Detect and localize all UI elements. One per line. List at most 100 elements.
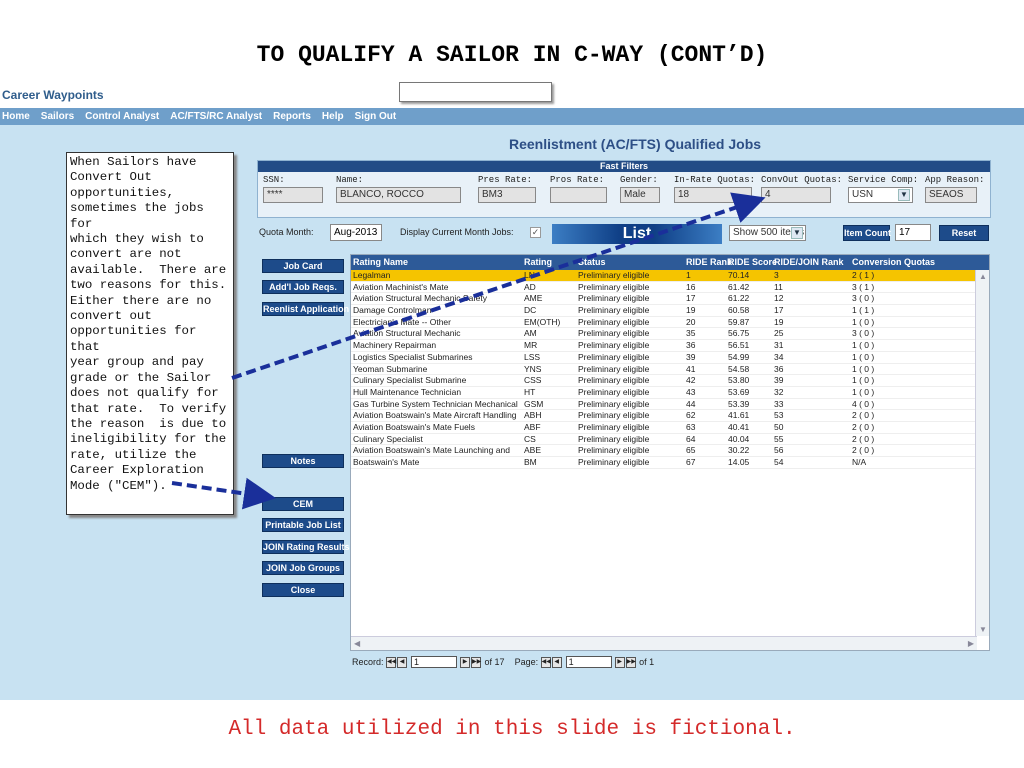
last-record-icon[interactable]: ▶▶ <box>471 656 481 668</box>
cell-ride-join-rank: 31 <box>774 340 784 351</box>
service-comp-select[interactable]: USN ▼ <box>848 187 913 203</box>
table-row[interactable]: Yeoman Submarine YNS Preliminary eligible 4… <box>351 364 989 376</box>
display-current-month-checkbox[interactable]: ✓ <box>530 227 541 238</box>
notes-button[interactable]: Notes <box>262 454 344 468</box>
addl-job-reqs-button[interactable]: Add'l Job Reqs. <box>262 280 344 294</box>
col-ride-rank[interactable]: RIDE Rank <box>684 255 732 270</box>
name-field[interactable]: BLANCO, ROCCO <box>336 187 461 203</box>
last-page-icon[interactable]: ▶▶ <box>625 656 636 668</box>
job-card-button[interactable]: Job Card <box>262 259 344 273</box>
nav-home[interactable]: Home <box>2 111 30 122</box>
cell-status: Preliminary eligible <box>578 351 650 362</box>
quota-month-label: Quota Month: <box>259 227 314 237</box>
cell-status: Preliminary eligible <box>578 363 650 374</box>
table-row[interactable]: Electrician's Mate -- Other EM(OTH) Prelim… <box>351 317 989 329</box>
table-row[interactable]: Hull Maintenance Technician HT Preliminary… <box>351 387 989 399</box>
cell-rating: AME <box>524 293 543 304</box>
cell-ride-join-rank: 33 <box>774 398 784 409</box>
cell-rating: HT <box>524 386 536 397</box>
first-page-icon[interactable]: ◀◀ <box>540 656 551 668</box>
inrate-quotas-label: In-Rate Quotas: <box>674 175 756 185</box>
vertical-scrollbar[interactable]: ▲ ▼ <box>975 270 989 636</box>
record-of-label: of 17 <box>484 657 505 667</box>
cell-ride-join-rank: 25 <box>774 328 784 339</box>
show-items-select[interactable]: Show 500 items ▼ <box>729 225 806 241</box>
join-rating-results-button[interactable]: JOIN Rating Results <box>262 540 350 554</box>
ssn-field[interactable]: **** <box>263 187 323 203</box>
col-rating-name[interactable]: Rating Name <box>351 255 522 270</box>
table-row[interactable]: Aviation Boatswain's Mate Aircraft Handl… <box>351 410 989 422</box>
next-page-icon[interactable]: ▶ <box>614 656 625 668</box>
close-button[interactable]: Close <box>262 583 344 597</box>
table-row[interactable]: Aviation Structural Mechanic Safety AME Pr… <box>351 293 989 306</box>
col-ride-join-rank[interactable]: RIDE/JOIN Rank <box>772 255 850 270</box>
chevron-down-icon: ▼ <box>791 227 803 239</box>
convout-quotas-field[interactable]: 4 <box>761 187 831 203</box>
slide-title: TO QUALIFY A SAILOR IN C-WAY (CONT’D) <box>256 42 768 68</box>
prev-page-icon[interactable]: ◀ <box>551 656 562 668</box>
app-reason-field[interactable]: SEAOS <box>925 187 977 203</box>
nav-control-analyst[interactable]: Control Analyst <box>85 111 159 122</box>
inrate-quotas-field[interactable]: 18 <box>674 187 752 203</box>
cem-button[interactable]: CEM <box>262 497 344 511</box>
cell-rating: BM <box>524 457 537 467</box>
col-conversion-quotas[interactable]: Conversion Quotas <box>850 255 977 270</box>
record-field[interactable]: 1 <box>411 656 458 668</box>
cell-ride-join-rank: 36 <box>774 363 784 374</box>
callout-note: When Sailors have Convert Out opportunit… <box>66 152 234 515</box>
cell-ride-join-rank: 53 <box>774 410 784 421</box>
table-row[interactable]: Culinary Specialist CS Preliminary eligibl… <box>351 434 989 446</box>
pres-rate-field[interactable]: BM3 <box>478 187 536 203</box>
scroll-up-icon[interactable]: ▲ <box>979 272 987 281</box>
nav-reports[interactable]: Reports <box>273 111 311 122</box>
printable-job-list-button[interactable]: Printable Job List <box>262 518 344 532</box>
quota-month-field[interactable]: Aug-2013 <box>330 224 382 241</box>
cell-status: Preliminary eligible <box>578 433 650 444</box>
table-row[interactable]: Gas Turbine System Technician Mechanical… <box>351 399 989 411</box>
table-row[interactable]: Damage Controlman DC Preliminary eligible 1… <box>351 305 989 317</box>
nav-help[interactable]: Help <box>322 111 344 122</box>
cell-status: Preliminary eligible <box>578 398 650 409</box>
nav-ac-fts-rc-analyst[interactable]: AC/FTS/RC Analyst <box>170 111 262 122</box>
table-row[interactable]: Aviation Boatswain's Mate Fuels ABF Prelim… <box>351 422 989 434</box>
col-ride-score[interactable]: RIDE Score <box>726 255 777 270</box>
cell-ride-rank: 41 <box>686 363 696 374</box>
col-rating[interactable]: Rating <box>522 255 576 270</box>
table-row[interactable]: Machinery Repairman MR Preliminary eligibl… <box>351 340 989 352</box>
cell-rating: DC <box>524 305 537 316</box>
table-row[interactable]: Aviation Boatswain's Mate Launching and A… <box>351 445 989 457</box>
page-field[interactable]: 1 <box>565 656 612 668</box>
col-status[interactable]: Status <box>576 255 684 270</box>
table-row[interactable]: Legalman LN Preliminary eligible 1 70.14 3 2 (… <box>351 270 989 282</box>
cell-ride-score: 56.51 <box>728 340 750 351</box>
reenlist-application-button[interactable]: Reenlist Application <box>262 302 349 316</box>
fast-filters-header: Fast Filters <box>258 161 990 172</box>
next-record-icon[interactable]: ▶ <box>460 656 471 668</box>
prev-record-icon[interactable]: ◀ <box>397 656 408 668</box>
item-count-button[interactable]: Item Count <box>843 225 891 241</box>
join-job-groups-button[interactable]: JOIN Job Groups <box>262 561 344 575</box>
cell-rating-name: Aviation Structural Mechanic <box>353 328 461 339</box>
cell-conversion-quotas: 4 ( 0 ) <box>852 398 875 409</box>
scroll-right-icon[interactable]: ▶ <box>968 639 974 648</box>
table-row[interactable]: Logistics Specialist Submarines LSS Prelim… <box>351 352 989 364</box>
record-navigation: Record: ◀◀ ◀ 1 ▶ ▶▶ of 17 Page: ◀◀ ◀ 1 ▶… <box>352 654 654 670</box>
cell-ride-rank: 39 <box>686 351 696 362</box>
cell-ride-score: 54.99 <box>728 351 750 362</box>
table-row[interactable]: Culinary Specialist Submarine CSS Prelimin… <box>351 375 989 387</box>
table-row[interactable]: Boatswain's Mate BM Preliminary eligible 67… <box>351 457 989 469</box>
nav-sailors[interactable]: Sailors <box>41 111 74 122</box>
first-record-icon[interactable]: ◀◀ <box>386 656 396 668</box>
cell-ride-rank: 17 <box>686 293 696 304</box>
scroll-down-icon[interactable]: ▼ <box>979 625 987 634</box>
pros-rate-field[interactable] <box>550 187 607 203</box>
horizontal-scrollbar[interactable]: ◀ ▶ <box>351 636 977 650</box>
table-row[interactable]: Aviation Machinist's Mate AD Preliminary e… <box>351 282 989 294</box>
table-row[interactable]: Aviation Structural Mechanic AM Preliminar… <box>351 328 989 341</box>
nav-sign-out[interactable]: Sign Out <box>355 111 397 122</box>
cell-ride-rank: 43 <box>686 386 696 397</box>
scroll-left-icon[interactable]: ◀ <box>354 639 360 648</box>
reset-button[interactable]: Reset <box>939 225 989 241</box>
gender-field[interactable]: Male <box>620 187 660 203</box>
gender-label: Gender: <box>620 175 658 185</box>
